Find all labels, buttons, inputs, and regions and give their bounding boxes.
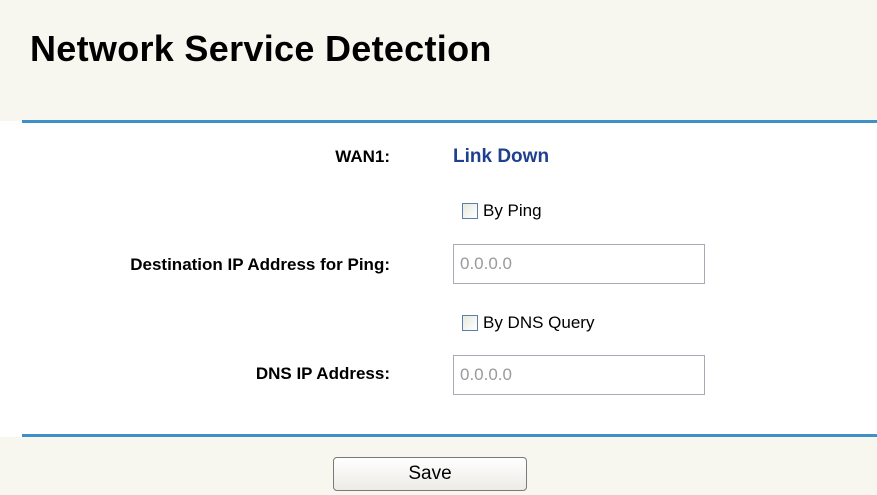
save-button[interactable]: Save: [333, 457, 527, 491]
page-title: Network Service Detection: [30, 28, 492, 69]
dns-ip-input[interactable]: [453, 355, 705, 395]
ping-destination-input[interactable]: [453, 244, 705, 284]
dns-ip-label: DNS IP Address:: [255, 364, 390, 383]
settings-form: [0, 123, 877, 434]
by-dns-label: By DNS Query: [483, 313, 595, 332]
by-ping-option[interactable]: By Ping: [462, 201, 542, 221]
wan-status: Link Down: [453, 146, 550, 167]
wan-label: WAN1:: [335, 147, 390, 166]
by-dns-option[interactable]: By DNS Query: [462, 313, 594, 333]
by-ping-checkbox[interactable]: [462, 203, 478, 219]
by-dns-checkbox[interactable]: [462, 315, 478, 331]
by-ping-label: By Ping: [483, 201, 542, 220]
title-area: Network Service Detection: [0, 0, 877, 121]
ping-destination-label: Destination IP Address for Ping:: [130, 255, 390, 274]
